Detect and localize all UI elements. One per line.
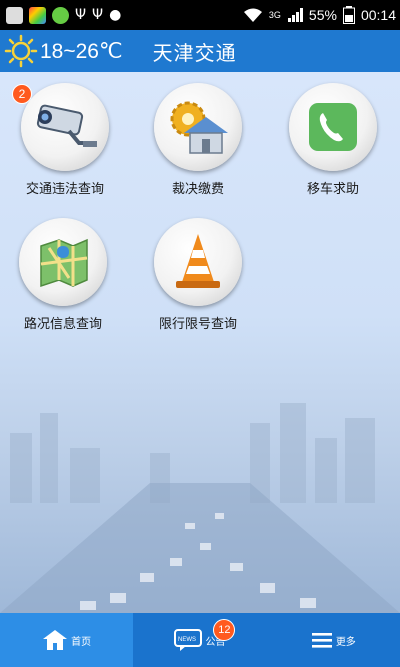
menu-item-road-conditions[interactable]: 路况信息查询 xyxy=(8,218,118,332)
bottom-navigation: 首页 NEWS 公告 12 更多 xyxy=(0,613,400,667)
news-icon: NEWS xyxy=(174,629,203,651)
notification-app-icon xyxy=(6,6,23,24)
svg-text:NEWS: NEWS xyxy=(178,637,196,643)
violation-count-badge: 2 xyxy=(12,84,32,104)
nav-home[interactable]: 首页 xyxy=(0,613,134,667)
menu-item-label: 移车求助 xyxy=(306,182,359,197)
temperature-range: 18~26℃ xyxy=(40,39,123,63)
menu-item-label: 交通违法查询 xyxy=(25,182,104,197)
notice-count-badge: 12 xyxy=(213,619,236,641)
traffic-cone-icon xyxy=(176,234,220,288)
app-title: 天津交通 xyxy=(152,40,237,65)
map-icon xyxy=(40,238,88,288)
nav-more[interactable]: 更多 xyxy=(267,613,400,667)
nav-label: 首页 xyxy=(71,636,92,648)
photos-app-icon xyxy=(29,6,46,24)
menu-icon xyxy=(311,633,332,648)
menu-item-move-car-help[interactable]: 移车求助 xyxy=(278,83,388,197)
wechat-icon xyxy=(52,6,69,24)
traffic-camera-icon xyxy=(36,104,97,147)
phone-icon xyxy=(309,103,357,151)
app-header: 18~26℃ 天津交通 xyxy=(0,30,400,72)
signal-icon xyxy=(287,8,303,22)
android-icon: ● xyxy=(109,7,122,23)
battery-percent: 55% xyxy=(308,7,337,23)
nav-notices[interactable]: NEWS 公告 12 xyxy=(133,613,266,667)
house-gear-icon xyxy=(170,101,228,154)
sun-icon xyxy=(4,34,38,68)
menu-item-label: 限行限号查询 xyxy=(158,317,237,332)
menu-item-label: 路况信息查询 xyxy=(23,317,102,332)
usb-debug-icon: Ψ xyxy=(92,7,104,23)
status-bar: Ψ Ψ ● 3G 55% 00:14 xyxy=(0,0,400,30)
menu-item-label: 裁决缴费 xyxy=(171,182,224,197)
nav-label: 更多 xyxy=(335,636,356,648)
network-type: 3G xyxy=(268,10,281,20)
usb-icon: Ψ xyxy=(75,7,87,23)
battery-icon xyxy=(342,6,355,24)
notification-icons: Ψ Ψ ● xyxy=(0,6,122,24)
home-icon xyxy=(43,630,68,650)
clock: 00:14 xyxy=(360,7,396,23)
menu-item-traffic-restriction[interactable]: 限行限号查询 xyxy=(143,218,253,332)
city-traffic-background xyxy=(0,403,400,613)
wifi-icon xyxy=(243,8,262,22)
menu-item-penalty-payment[interactable]: 裁决缴费 xyxy=(143,83,253,197)
